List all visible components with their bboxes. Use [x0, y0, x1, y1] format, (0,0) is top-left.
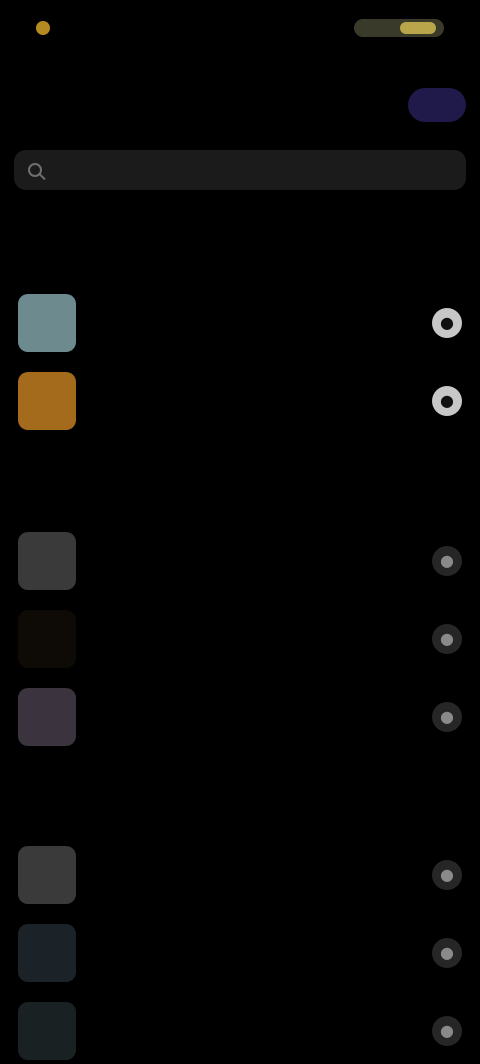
circle-action-icon[interactable]: ● — [432, 938, 462, 968]
status-bar — [0, 0, 480, 56]
circle-action-icon[interactable]: ● — [432, 860, 462, 890]
status-left — [36, 21, 60, 35]
circle-action-icon[interactable]: ● — [432, 702, 462, 732]
list-item[interactable]: ● — [18, 606, 462, 672]
dot-icon — [36, 21, 50, 35]
circle-action-icon[interactable]: ● — [432, 1016, 462, 1046]
list-item[interactable]: ● — [18, 920, 462, 986]
thumbnail-image — [18, 1002, 76, 1060]
thumbnail-image — [18, 532, 76, 590]
list-item[interactable]: ● — [18, 290, 462, 356]
list-item[interactable]: ● — [18, 842, 462, 908]
thumbnail-image — [18, 688, 76, 746]
thumbnail-image — [18, 924, 76, 982]
thumbnail-image — [18, 294, 76, 352]
circle-action-icon[interactable]: ● — [432, 624, 462, 654]
header — [0, 72, 480, 138]
search-bar[interactable] — [14, 150, 466, 190]
thumbnail-image — [18, 372, 76, 430]
purple-pill-icon[interactable] — [408, 88, 466, 122]
list-item[interactable]: ● — [18, 998, 462, 1064]
status-right — [354, 19, 444, 37]
list-item[interactable]: ● — [18, 528, 462, 594]
list-item[interactable]: ● — [18, 368, 462, 434]
circle-action-icon[interactable]: ● — [432, 546, 462, 576]
thumbnail-image — [18, 846, 76, 904]
circle-action-icon[interactable]: ● — [432, 386, 462, 416]
search-icon — [28, 163, 42, 177]
battery-icon — [354, 19, 444, 37]
battery-fill — [400, 22, 436, 34]
list-item[interactable]: ● — [18, 684, 462, 750]
circle-action-icon[interactable]: ● — [432, 308, 462, 338]
thumbnail-image — [18, 610, 76, 668]
